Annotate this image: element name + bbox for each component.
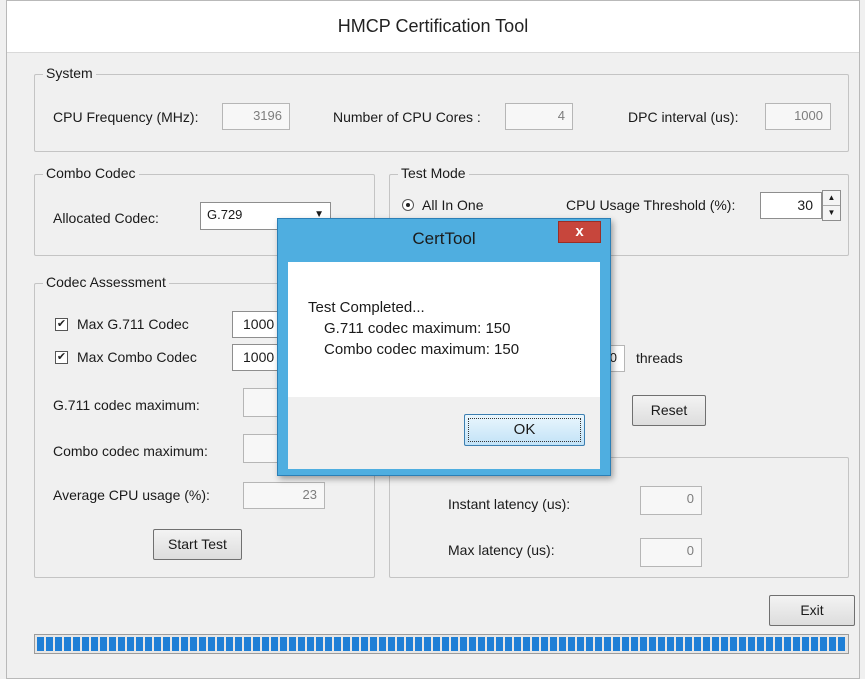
max-g711-label[interactable]: Max G.711 Codec: [77, 316, 189, 332]
max-combo-checkbox[interactable]: ✔: [55, 351, 68, 364]
max-g711-checkbox[interactable]: ✔: [55, 318, 68, 331]
window-title: HMCP Certification Tool: [337, 16, 529, 36]
exit-button[interactable]: Exit: [769, 595, 855, 626]
cpu-cores-field: 4: [505, 103, 573, 130]
dialog-message-line-2: G.711 codec maximum: 150: [324, 320, 511, 337]
allocated-codec-label: Allocated Codec:: [53, 210, 159, 226]
max-latency-label: Max latency (us):: [448, 542, 555, 558]
cpu-threshold-value: 30: [797, 197, 813, 213]
g711-max-label: G.711 codec maximum:: [53, 397, 200, 413]
combo-codec-legend: Combo Codec: [43, 165, 139, 181]
start-test-button[interactable]: Start Test: [153, 529, 242, 560]
avg-cpu-field: 23: [243, 482, 325, 509]
stepper-up-icon[interactable]: ▲: [823, 191, 840, 206]
max-combo-label[interactable]: Max Combo Codec: [77, 349, 197, 365]
dialog-body: Test Completed... G.711 codec maximum: 1…: [288, 262, 600, 469]
progress-fill: [37, 637, 846, 651]
close-icon[interactable]: x: [558, 221, 601, 243]
combo-max-label: Combo codec maximum:: [53, 443, 208, 459]
certtool-dialog: CertTool x Test Completed... G.711 codec…: [277, 218, 611, 476]
title-bar: HMCP Certification Tool: [7, 1, 859, 53]
dpc-interval-label: DPC interval (us):: [628, 109, 739, 125]
dialog-message-area: Test Completed... G.711 codec maximum: 1…: [288, 262, 600, 397]
stepper-down-icon[interactable]: ▼: [823, 206, 840, 220]
allocated-codec-value: G.729: [207, 207, 243, 222]
all-in-one-label[interactable]: All In One: [422, 197, 483, 213]
cpu-threshold-label: CPU Usage Threshold (%):: [566, 197, 736, 213]
dialog-message-line-3: Combo codec maximum: 150: [324, 341, 520, 358]
all-in-one-radio[interactable]: [402, 199, 414, 211]
instant-latency-label: Instant latency (us):: [448, 496, 571, 512]
cpu-frequency-label: CPU Frequency (MHz):: [53, 109, 199, 125]
reset-button[interactable]: Reset: [632, 395, 706, 426]
avg-cpu-label: Average CPU usage (%):: [53, 487, 210, 503]
cpu-cores-label: Number of CPU Cores :: [333, 109, 481, 125]
progress-bar: [34, 634, 849, 654]
max-latency-field: 0: [640, 538, 702, 567]
test-mode-legend: Test Mode: [398, 165, 469, 181]
dpc-interval-field: 1000: [765, 103, 831, 130]
main-window: HMCP Certification Tool System CPU Frequ…: [0, 0, 865, 679]
cpu-frequency-field: 3196: [222, 103, 290, 130]
instant-latency-field: 0: [640, 486, 702, 515]
ok-button[interactable]: OK: [464, 414, 585, 446]
cpu-threshold-input[interactable]: 30: [760, 192, 822, 219]
codec-assessment-legend: Codec Assessment: [43, 274, 169, 290]
system-legend: System: [43, 65, 96, 81]
dialog-message-line-1: Test Completed...: [308, 299, 425, 316]
threads-label: threads: [636, 350, 683, 366]
system-group: System CPU Frequency (MHz): 3196 Number …: [34, 65, 849, 152]
cpu-threshold-stepper[interactable]: ▲ ▼: [822, 190, 841, 221]
